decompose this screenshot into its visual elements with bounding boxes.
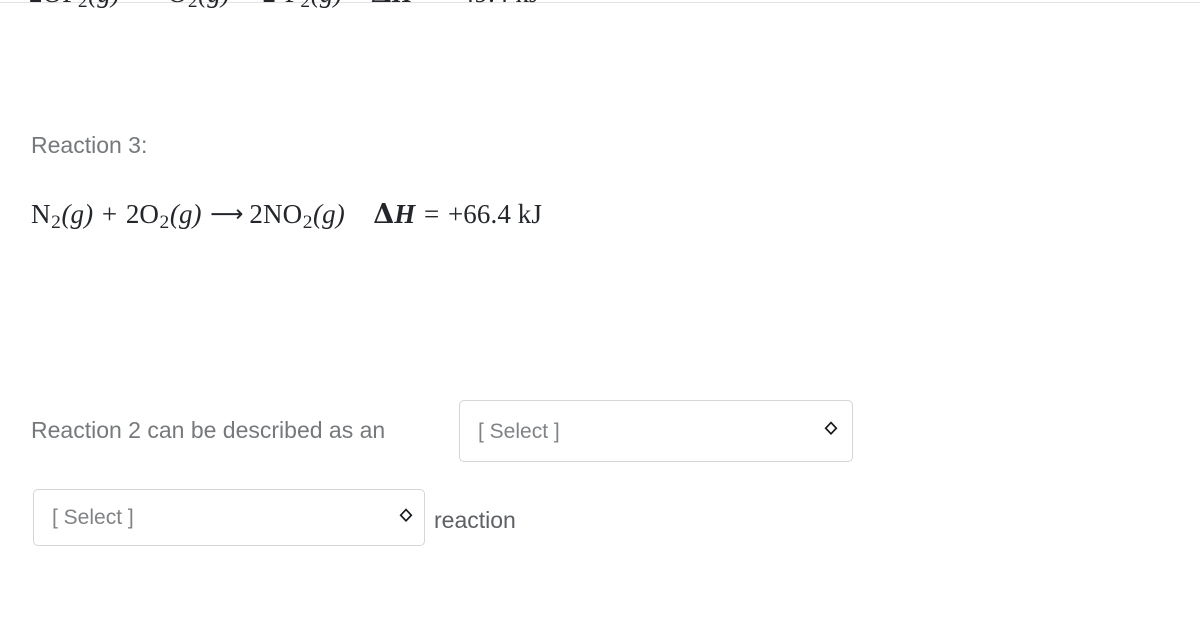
select-dropdown-one[interactable]: [ Select ] [459, 400, 853, 462]
equation-reactant2-coefficient: 2 [125, 199, 140, 229]
equation-reactant-state: (g) [88, 0, 120, 8]
equation-product1-formula: O [168, 0, 188, 8]
equation-product1-subscript: 2 [187, 0, 198, 13]
reaction-2-equation-clipped: 2OF2(g)⟶O2(g)+2F2(g)ΔH=−49.4 kJ [29, 0, 540, 13]
reaction-arrow-icon: ⟶ [210, 200, 243, 228]
equation-plus-sign: + [239, 0, 254, 8]
equation-reactant1-subscript: 2 [51, 212, 61, 234]
select-dropdown-two[interactable]: [ Select ] [33, 489, 425, 546]
enthalpy-value: +66.4 kJ [447, 199, 542, 229]
enthalpy-value: −49.4 kJ [446, 0, 540, 8]
equation-plus-sign: + [101, 199, 118, 229]
equation-reactant2-subscript: 2 [159, 212, 170, 234]
equation-product2-state: (g) [311, 0, 343, 8]
equation-product-formula: NO [263, 199, 303, 229]
equation-reactant1-formula: N [31, 199, 51, 229]
chevron-up-down-icon[interactable] [823, 418, 839, 444]
equation-reactant-coefficient: 2 [29, 0, 43, 8]
reaction-3-heading: Reaction 3: [31, 132, 148, 158]
select-two-value: [ Select ] [52, 506, 134, 529]
equation-product2-subscript: 2 [300, 0, 311, 13]
equation-product-state: (g) [313, 199, 345, 229]
equation-product2-formula: F [285, 0, 300, 8]
equation-reactant2-state: (g) [169, 199, 202, 229]
equation-product-subscript: 2 [302, 212, 313, 234]
equation-product-coefficient: 2 [249, 199, 264, 229]
equation-product2-coefficient: 2 [263, 0, 277, 8]
equation-product1-state: (g) [198, 0, 230, 8]
delta-symbol: Δ [373, 199, 395, 230]
equation-reactant2-formula: O [139, 199, 160, 229]
equals-sign: = [423, 199, 440, 229]
equals-sign: = [422, 0, 437, 8]
enthalpy-symbol: H [394, 199, 416, 229]
chevron-up-down-icon[interactable] [398, 505, 414, 531]
enthalpy-symbol: H [392, 0, 413, 8]
select-one-value: [ Select ] [478, 419, 560, 443]
trailing-word-reaction: reaction [434, 507, 516, 533]
question-prompt: Reaction 2 can be described as an [31, 417, 386, 443]
reaction-3-equation: N2(g) +2O2(g) ⟶ 2NO2(g) ΔH = +66.4 kJ [31, 199, 542, 234]
equation-reactant-formula: OF [43, 0, 78, 8]
reaction-arrow-icon: ⟶ [129, 0, 162, 7]
delta-symbol: Δ [371, 0, 392, 9]
equation-reactant-subscript: 2 [77, 0, 88, 13]
equation-reactant1-state: (g) [61, 199, 94, 229]
